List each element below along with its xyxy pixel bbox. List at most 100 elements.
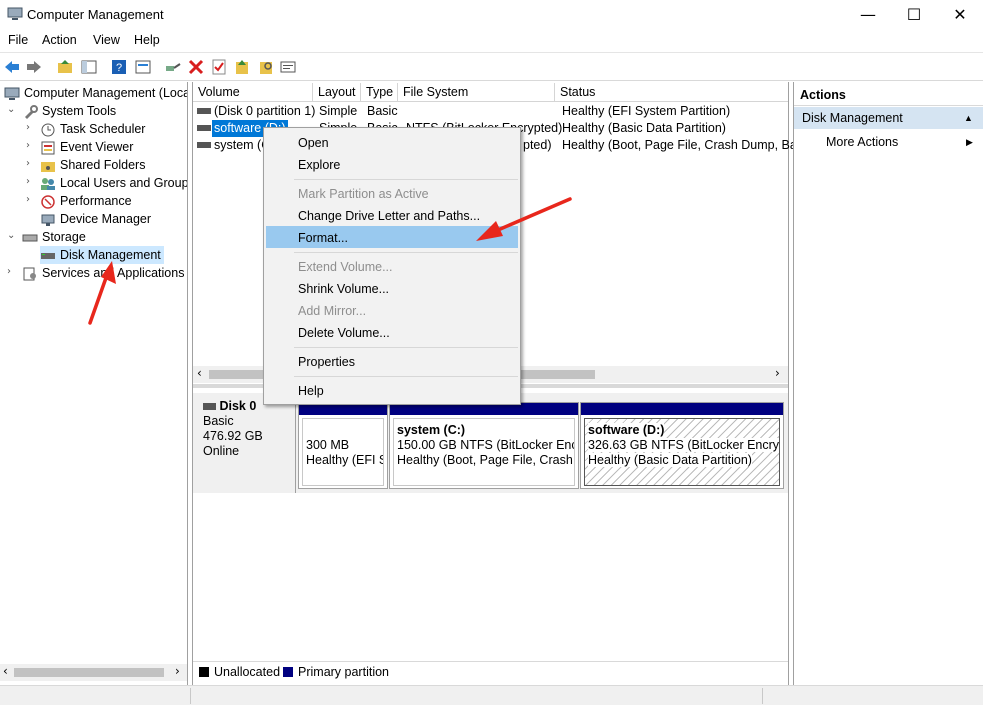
tree-item-root[interactable]: Computer Management (Local xyxy=(4,84,188,102)
tree-item-device-manager[interactable]: Device Manager xyxy=(40,210,151,228)
export-icon[interactable] xyxy=(233,58,251,76)
cell-type: Basic xyxy=(367,104,398,118)
checkmark-icon[interactable] xyxy=(210,58,228,76)
partition-efi[interactable]: 300 MB Healthy (EFI Sy xyxy=(298,402,388,489)
console-tree: Computer Management (Local ⌄ System Tool… xyxy=(0,82,188,685)
column-file-system[interactable]: File System xyxy=(398,83,555,102)
legend-primary: Primary partition xyxy=(298,665,389,679)
options-icon[interactable] xyxy=(279,58,297,76)
tools-icon xyxy=(25,104,38,119)
toolbar: ? xyxy=(0,52,983,81)
menu-item-format[interactable]: Format... xyxy=(298,227,348,249)
volume-icon xyxy=(197,142,211,148)
horizontal-scrollbar[interactable]: ‹ › xyxy=(0,664,187,681)
cell-volume: (Disk 0 partition 1) xyxy=(214,104,316,118)
tree-label: Computer Management (Local xyxy=(24,86,188,100)
cell-status: Healthy (EFI System Partition) xyxy=(562,104,731,118)
up-folder-icon[interactable] xyxy=(56,58,74,76)
scroll-right-icon[interactable]: › xyxy=(175,664,180,678)
cell-status: Healthy (Boot, Page File, Crash Dump, Ba… xyxy=(562,138,806,152)
cell-status: Healthy (Basic Data Partition) xyxy=(562,121,726,135)
help-icon[interactable]: ? xyxy=(110,58,128,76)
menu-item-delete-volume[interactable]: Delete Volume... xyxy=(298,322,390,344)
performance-icon xyxy=(41,194,55,209)
properties-icon[interactable] xyxy=(134,58,152,76)
tree-item-shared-folders[interactable]: Shared Folders xyxy=(40,156,145,174)
menu-action[interactable]: Action xyxy=(42,33,77,47)
partition-body: 300 MB Healthy (EFI Sy xyxy=(302,418,384,486)
menu-file[interactable]: File xyxy=(8,33,28,47)
partition-size: 300 MB xyxy=(306,438,350,452)
search-icon[interactable] xyxy=(257,58,275,76)
delete-icon[interactable] xyxy=(187,58,205,76)
partition-body: system (C:) 150.00 GB NTFS (BitLocker En… xyxy=(393,418,575,486)
partition-software-d[interactable]: software (D:) 326.63 GB NTFS (BitLocker … xyxy=(580,402,784,489)
device-manager-icon xyxy=(41,214,55,226)
menu-item-explore[interactable]: Explore xyxy=(298,154,340,176)
disk-info[interactable]: Disk 0 Basic 476.92 GB Online xyxy=(193,393,296,493)
tree-label: Local Users and Groups xyxy=(60,176,188,190)
legend: Unallocated Primary partition xyxy=(193,661,788,683)
menu-item-shrink-volume[interactable]: Shrink Volume... xyxy=(298,278,389,300)
chevron-down-icon[interactable]: ⌄ xyxy=(7,104,15,115)
partition-header-bar xyxy=(581,403,783,415)
menu-view[interactable]: View xyxy=(93,33,120,47)
event-viewer-icon xyxy=(41,141,55,155)
annotation-arrow xyxy=(88,261,116,325)
tree-item-storage[interactable]: Storage xyxy=(22,228,86,246)
maximize-button[interactable]: ☐ xyxy=(891,0,937,30)
column-type[interactable]: Type xyxy=(361,83,398,102)
collapse-up-icon[interactable]: ▲ xyxy=(964,107,973,129)
scroll-left-icon[interactable]: ‹ xyxy=(197,366,202,380)
menu-help[interactable]: Help xyxy=(134,33,160,47)
scrollbar-thumb[interactable] xyxy=(14,668,164,677)
chevron-right-icon[interactable]: › xyxy=(26,122,30,133)
actions-section-disk-management[interactable]: Disk Management ▲ xyxy=(794,107,983,129)
disk-kind: Basic xyxy=(203,414,234,428)
context-menu: Open Explore Mark Partition as Active Ch… xyxy=(263,127,521,405)
svg-text:?: ? xyxy=(116,62,122,74)
column-status[interactable]: Status xyxy=(555,83,788,102)
chevron-down-icon[interactable]: ⌄ xyxy=(7,230,15,241)
close-button[interactable]: ✕ xyxy=(937,0,983,30)
partition-status: Healthy (EFI Sy xyxy=(306,453,383,467)
chevron-right-icon[interactable]: › xyxy=(26,158,30,169)
partition-status: Healthy (Boot, Page File, Crash Du xyxy=(397,453,575,467)
column-volume[interactable]: Volume xyxy=(193,83,313,102)
scroll-left-icon[interactable]: ‹ xyxy=(3,664,8,678)
menu-item-properties[interactable]: Properties xyxy=(298,351,355,373)
chevron-right-icon[interactable]: › xyxy=(26,176,30,187)
scroll-right-icon[interactable]: › xyxy=(775,366,780,380)
menu-item-help[interactable]: Help xyxy=(298,380,324,402)
tree-item-local-users[interactable]: Local Users and Groups xyxy=(40,174,188,192)
tree-item-system-tools[interactable]: System Tools xyxy=(22,102,116,120)
chevron-right-icon[interactable]: › xyxy=(7,266,11,277)
tree-label: Device Manager xyxy=(60,212,152,226)
table-row[interactable]: (Disk 0 partition 1) Simple Basic Health… xyxy=(193,103,788,120)
minimize-button[interactable]: — xyxy=(845,0,891,30)
unallocated-swatch xyxy=(199,667,209,677)
chevron-right-icon[interactable]: › xyxy=(26,194,30,205)
back-arrow-icon[interactable] xyxy=(3,58,21,76)
tree-item-performance[interactable]: Performance xyxy=(40,192,132,210)
tree-item-task-scheduler[interactable]: Task Scheduler xyxy=(40,120,145,138)
more-actions[interactable]: More Actions ▶ xyxy=(794,131,983,153)
connect-icon[interactable] xyxy=(164,58,182,76)
menu-separator xyxy=(294,252,518,253)
show-hide-tree-icon[interactable] xyxy=(80,58,98,76)
section-label: Disk Management xyxy=(802,111,903,125)
menu-item-change-drive-letter[interactable]: Change Drive Letter and Paths... xyxy=(298,205,480,227)
tree-label: Performance xyxy=(60,194,132,208)
menu-item-open[interactable]: Open xyxy=(298,132,329,154)
tree-item-event-viewer[interactable]: Event Viewer xyxy=(40,138,133,156)
forward-arrow-icon[interactable] xyxy=(25,58,43,76)
computer-management-icon xyxy=(7,7,23,20)
computer-management-icon xyxy=(4,87,20,100)
tree-label: Task Scheduler xyxy=(60,122,146,136)
volume-icon xyxy=(197,125,211,131)
partition-system-c[interactable]: system (C:) 150.00 GB NTFS (BitLocker En… xyxy=(389,402,579,489)
chevron-right-icon[interactable]: › xyxy=(26,140,30,151)
more-actions-label: More Actions xyxy=(826,135,899,149)
column-layout[interactable]: Layout xyxy=(313,83,361,102)
legend-unallocated: Unallocated xyxy=(214,665,281,679)
